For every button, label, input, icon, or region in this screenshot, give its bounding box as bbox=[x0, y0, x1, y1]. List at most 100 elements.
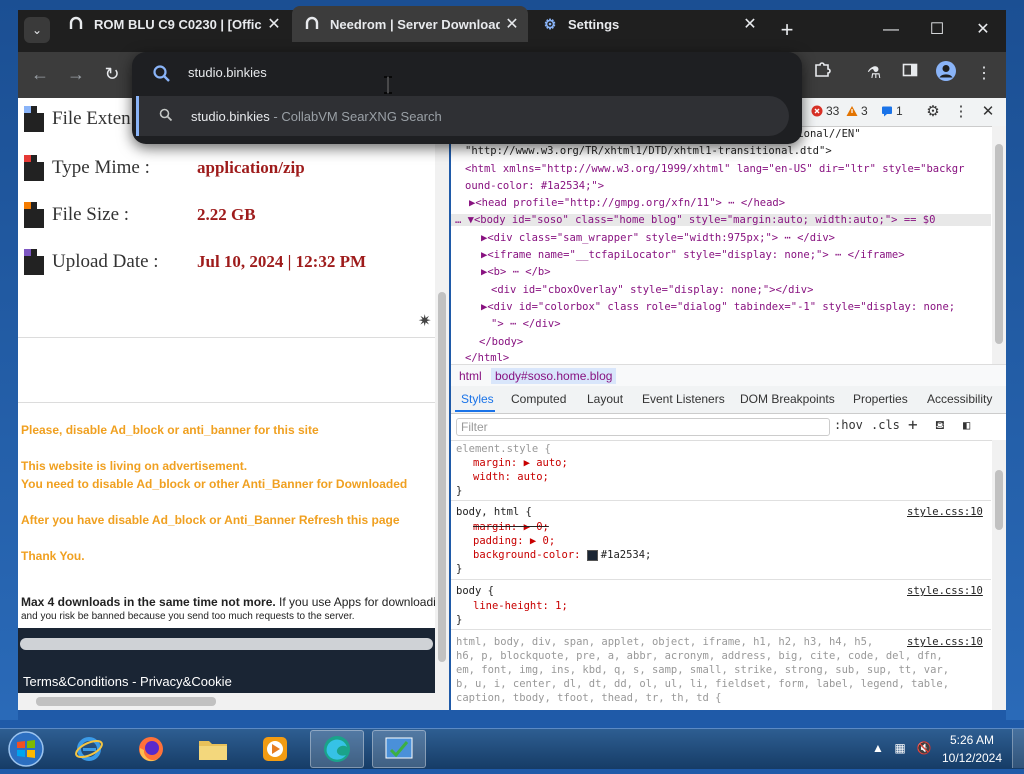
tab-rom-blu[interactable]: ROM BLU C9 C0230 | [Official] ✕ bbox=[56, 6, 290, 42]
dom-node-line[interactable]: </body> bbox=[479, 336, 523, 348]
class-toggle-button[interactable]: .cls bbox=[871, 418, 900, 432]
extensions-puzzle-icon[interactable] bbox=[808, 60, 836, 88]
elements-scrollbar[interactable] bbox=[992, 126, 1006, 364]
new-tab-button[interactable]: + bbox=[774, 17, 800, 43]
tab-dom-breakpoints[interactable]: DOM Breakpoints bbox=[740, 392, 835, 406]
scrollbar-thumb[interactable] bbox=[438, 292, 446, 662]
dom-node-line[interactable]: </html> bbox=[465, 352, 509, 364]
warning-count-badge[interactable]: 3 bbox=[846, 104, 868, 118]
tab-properties[interactable]: Properties bbox=[853, 392, 908, 406]
dom-node-line[interactable]: ▶<div id="colorbox" class role="dialog" … bbox=[481, 301, 955, 313]
stylesheet-link[interactable]: style.css:10 bbox=[907, 636, 983, 648]
breadcrumb-html[interactable]: html bbox=[455, 368, 486, 384]
forward-arrow-icon[interactable]: → bbox=[62, 60, 90, 88]
color-swatch[interactable] bbox=[586, 549, 598, 561]
firefox-icon[interactable] bbox=[124, 730, 178, 768]
toggle-sidebar-icon[interactable]: ◧ bbox=[963, 418, 970, 432]
maximize-button[interactable]: ☐ bbox=[914, 10, 960, 50]
labs-flask-icon[interactable]: ⚗ bbox=[860, 60, 888, 88]
dom-node-line[interactable]: ound-color: #1a2534;"> bbox=[465, 180, 604, 192]
close-tab-icon[interactable]: ✕ bbox=[262, 14, 286, 34]
footer-scrollbar[interactable] bbox=[20, 638, 433, 650]
internet-explorer-icon[interactable] bbox=[62, 730, 116, 768]
webpage-viewport[interactable]: File Exten Type Mime : application/zip F… bbox=[18, 98, 435, 710]
dom-node-line[interactable]: ▶<head profile="http://gmpg.org/xfn/11">… bbox=[469, 197, 785, 209]
tab-computed[interactable]: Computed bbox=[511, 392, 566, 406]
show-hidden-icons-icon[interactable]: ▲ bbox=[870, 740, 886, 756]
volume-muted-icon[interactable]: 🔇 bbox=[916, 740, 932, 756]
dom-node-line[interactable]: ▶<iframe name="__tcfapiLocator" style="d… bbox=[481, 249, 905, 261]
scrollbar-thumb[interactable] bbox=[995, 144, 1003, 344]
document-icon bbox=[24, 202, 44, 228]
info-count: 1 bbox=[896, 104, 903, 118]
footer-links[interactable]: Terms&Conditions - Privacy&Cookie bbox=[23, 674, 232, 689]
stylesheet-link[interactable]: style.css:10 bbox=[907, 585, 983, 597]
back-arrow-icon[interactable]: ← bbox=[26, 60, 54, 88]
close-tab-icon[interactable]: ✕ bbox=[738, 14, 762, 34]
control-panel-icon[interactable] bbox=[372, 730, 426, 768]
tab-search-chevron-icon[interactable]: ⌄ bbox=[24, 17, 50, 43]
styles-pane[interactable]: element.style { margin: ▶ auto; width: a… bbox=[451, 440, 991, 710]
dom-node-line[interactable]: <div id="cboxOverlay" style="display: no… bbox=[491, 284, 813, 296]
omnibox[interactable]: studio.binkies bbox=[132, 52, 802, 96]
breadcrumb-body[interactable]: body#soso.home.blog bbox=[491, 368, 617, 384]
dom-node-text: ▶<div id="colorbox" class role="dialog" … bbox=[481, 301, 956, 313]
styles-scrollbar[interactable] bbox=[992, 440, 1006, 710]
file-explorer-folder-icon[interactable] bbox=[186, 730, 240, 768]
stylesheet-link[interactable]: style.css:10 bbox=[907, 506, 983, 518]
suggestion-source: - CollabVM SearXNG Search bbox=[269, 109, 442, 124]
media-player-icon[interactable] bbox=[248, 730, 302, 768]
suggestion-query: studio.binkies bbox=[191, 109, 270, 124]
page-horizontal-scrollbar[interactable] bbox=[18, 693, 435, 710]
minimize-button[interactable]: — bbox=[868, 10, 914, 50]
scrollbar-thumb[interactable] bbox=[36, 697, 216, 706]
dom-node-line[interactable]: ▶<b> ⋯ </b> bbox=[481, 266, 551, 278]
kebab-menu-icon[interactable]: ⋮ bbox=[951, 102, 971, 122]
close-window-button[interactable]: ✕ bbox=[960, 10, 1006, 50]
kebab-menu-icon[interactable]: ⋮ bbox=[970, 60, 998, 88]
close-tab-icon[interactable]: ✕ bbox=[500, 14, 524, 34]
omnibox-suggestion[interactable]: studio.binkies - CollabVM SearXNG Search bbox=[136, 96, 789, 136]
close-icon[interactable]: ✕ bbox=[978, 102, 998, 122]
side-panel-icon[interactable] bbox=[896, 60, 924, 88]
network-icon[interactable]: ▦ bbox=[892, 740, 908, 756]
elements-tree[interactable]: tional//EN" "http://www.w3.org/TR/xhtml1… bbox=[451, 126, 991, 364]
tab-styles[interactable]: Styles bbox=[461, 392, 494, 406]
styles-filter-input[interactable]: Filter bbox=[456, 418, 830, 436]
clock-time[interactable]: 5:26 AM bbox=[940, 733, 1004, 747]
divider bbox=[18, 402, 435, 403]
address-bar-input[interactable]: studio.binkies bbox=[188, 65, 267, 80]
style-declaration-overridden[interactable]: margin: ▶ 0; bbox=[473, 521, 549, 533]
gear-icon[interactable]: ⚙ bbox=[923, 102, 943, 122]
info-count-badge[interactable]: 1 bbox=[881, 104, 903, 118]
tab-needrom-server-download[interactable]: Needrom | Server Download ✕ bbox=[292, 6, 528, 42]
page-vertical-scrollbar[interactable] bbox=[435, 98, 449, 710]
new-rule-plus-icon[interactable]: + bbox=[908, 415, 918, 434]
show-desktop-button[interactable] bbox=[1012, 729, 1024, 768]
scrollbar-thumb[interactable] bbox=[995, 470, 1003, 530]
tab-accessibility[interactable]: Accessibility bbox=[927, 392, 992, 406]
dom-node-line[interactable]: "http://www.w3.org/TR/xhtml1/DTD/xhtml1-… bbox=[465, 145, 832, 157]
style-declaration[interactable]: width: auto; bbox=[473, 471, 549, 483]
dom-node-line[interactable]: ▶<div class="sam_wrapper" style="width:9… bbox=[481, 232, 835, 244]
profile-avatar-icon[interactable] bbox=[932, 60, 960, 88]
dom-node-line-selected[interactable]: … ▼<body id="soso" class="home blog" sty… bbox=[451, 214, 991, 226]
style-selector: caption, tbody, tfoot, thead, tr, th, td… bbox=[456, 692, 722, 704]
style-declaration[interactable]: margin: ▶ auto; bbox=[473, 457, 568, 469]
clock-date[interactable]: 10/12/2024 bbox=[940, 751, 1004, 765]
paint-bucket-icon[interactable]: ⛾ bbox=[935, 418, 945, 434]
dom-node-line[interactable]: "> ⋯ </div> bbox=[491, 318, 561, 330]
tab-settings[interactable]: ⚙ Settings ✕ bbox=[530, 6, 766, 42]
dom-node-line[interactable]: <html xmlns="http://www.w3.org/1999/xhtm… bbox=[465, 163, 964, 175]
edge-browser-icon[interactable] bbox=[310, 730, 364, 768]
reload-icon[interactable]: ↻ bbox=[98, 60, 126, 88]
style-declaration-text: margin: ▶ 0; bbox=[473, 521, 549, 533]
error-count-badge[interactable]: 33 bbox=[811, 104, 839, 118]
style-declaration[interactable]: background-color: #1a2534; bbox=[473, 549, 651, 561]
style-declaration[interactable]: line-height: 1; bbox=[473, 600, 568, 612]
hover-state-button[interactable]: :hov bbox=[834, 418, 863, 432]
tab-layout[interactable]: Layout bbox=[587, 392, 623, 406]
style-declaration[interactable]: padding: ▶ 0; bbox=[473, 535, 555, 547]
tab-event-listeners[interactable]: Event Listeners bbox=[642, 392, 725, 406]
start-button[interactable] bbox=[6, 729, 46, 769]
